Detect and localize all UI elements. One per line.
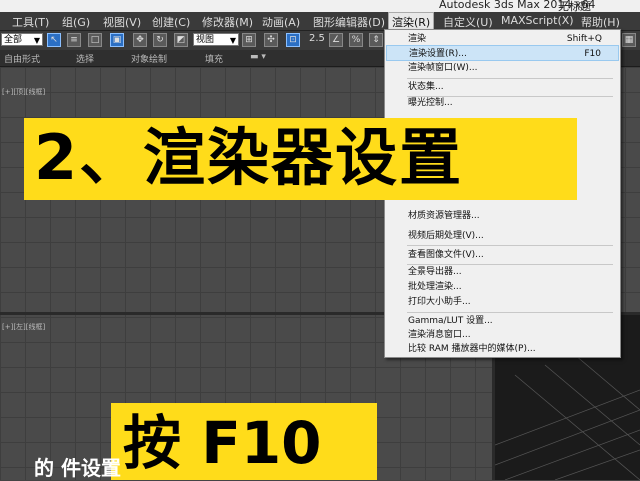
menu-item-label: 打印大小助手... <box>408 297 471 307</box>
spinner-snap-icon[interactable]: ⇕ <box>369 33 383 47</box>
window-crossing-icon[interactable]: ▣ <box>110 33 124 47</box>
menu-item-panorama-exporter[interactable]: 全景导出器... <box>386 264 619 280</box>
menu-item-state-sets[interactable]: 状态集... <box>386 79 619 95</box>
viewport-label-bottom[interactable]: [+][左][线框] <box>2 322 45 332</box>
subtitle-text: 的 件设置 <box>34 456 121 480</box>
ribbon-tab-freeform[interactable]: 自由形式 <box>4 52 40 65</box>
menu-item-compare-ram-player[interactable]: 比较 RAM 播放器中的媒体(P)... <box>386 341 619 357</box>
viewport-label-top[interactable]: [+][顶][线框] <box>2 87 45 97</box>
menu-tools[interactable]: 工具(T) <box>12 14 49 30</box>
menu-item-video-post[interactable]: 视频后期处理(V)... <box>386 228 619 244</box>
menu-item-batch-render[interactable]: 批处理渲染... <box>386 279 619 295</box>
rotate-icon[interactable]: ↻ <box>153 33 167 47</box>
ribbon-tab-selection[interactable]: 选择 <box>76 52 94 65</box>
menu-item-label: 曝光控制... <box>408 98 453 108</box>
menu-item-label: 比较 RAM 播放器中的媒体(P)... <box>408 344 536 354</box>
menu-item-render-setup[interactable]: 渲染设置(R)... F10 <box>386 45 619 61</box>
menu-item-label: 查看图像文件(V)... <box>408 250 484 260</box>
scale-icon[interactable]: ◩ <box>174 33 188 47</box>
angle-snap-icon[interactable]: ∠ <box>329 33 343 47</box>
menu-item-exposure-control[interactable]: 曝光控制... <box>386 95 619 111</box>
heading-banner: 2、渲染器设置 <box>24 118 577 200</box>
reference-coord-value: 视图 <box>196 35 215 45</box>
menu-separator <box>407 245 613 246</box>
ribbon-tab-populate[interactable]: 填充 <box>205 52 223 65</box>
ribbon-options-icon[interactable]: ▬ ▾ <box>250 52 266 62</box>
selection-filter-value: 全部 <box>4 35 23 45</box>
chevron-down-icon: ▼ <box>33 36 40 45</box>
reference-coord-dropdown[interactable]: 视图 ▼ <box>193 33 239 46</box>
title-bar: Autodesk 3ds Max 2014 x64 无标题 <box>0 0 640 13</box>
pivot-icon[interactable]: ⊞ <box>242 33 256 47</box>
select-object-icon[interactable]: ↖ <box>47 33 61 47</box>
menu-item-label: 材质资源管理器... <box>408 211 480 221</box>
menu-item-print-size-wizard[interactable]: 打印大小助手... <box>386 294 619 310</box>
snap-toggle-icon[interactable]: 2.5 <box>309 33 325 44</box>
hint-text: 按 F10 <box>123 409 322 477</box>
menu-maxscript[interactable]: MAXScript(X) <box>501 14 574 27</box>
menu-customize[interactable]: 自定义(U) <box>443 14 493 30</box>
select-manipulate-icon[interactable]: ✣ <box>264 33 278 47</box>
menu-help[interactable]: 帮助(H) <box>581 14 620 30</box>
ribbon-tab-object-paint[interactable]: 对象绘制 <box>131 52 167 65</box>
menu-modifiers[interactable]: 修改器(M) <box>202 14 253 30</box>
rectangle-region-icon[interactable]: □ <box>88 33 102 47</box>
menu-item-label: 全景导出器... <box>408 267 462 277</box>
move-icon[interactable]: ✥ <box>133 33 147 47</box>
menu-item-view-image-file[interactable]: 查看图像文件(V)... <box>386 247 619 263</box>
menu-item-label: 状态集... <box>408 82 444 92</box>
menu-graph-editors[interactable]: 图形编辑器(D) <box>313 14 385 30</box>
menu-item-label: 渲染帧窗口(W)... <box>408 63 478 73</box>
menu-group[interactable]: 组(G) <box>62 14 90 30</box>
menu-item-label: 批处理渲染... <box>408 282 462 292</box>
chevron-down-icon: ▼ <box>229 36 236 45</box>
menu-views[interactable]: 视图(V) <box>103 14 141 30</box>
render-frame-icon[interactable]: ▦ <box>622 33 636 47</box>
menu-item-render-frame-window[interactable]: 渲染帧窗口(W)... <box>386 60 619 76</box>
keyboard-shortcut-icon[interactable]: ⊡ <box>286 33 300 47</box>
hint-banner: 按 F10 <box>111 403 377 480</box>
menu-animation[interactable]: 动画(A) <box>262 14 300 30</box>
menu-item-material-explorer[interactable]: 材质资源管理器... <box>386 208 619 224</box>
selection-filter-dropdown[interactable]: 全部 ▼ <box>1 33 43 46</box>
heading-text: 2、渲染器设置 <box>34 121 464 194</box>
menu-create[interactable]: 创建(C) <box>152 14 190 30</box>
menu-item-label: 视频后期处理(V)... <box>408 231 484 241</box>
select-by-name-icon[interactable]: ≡ <box>67 33 81 47</box>
percent-snap-icon[interactable]: % <box>349 33 363 47</box>
